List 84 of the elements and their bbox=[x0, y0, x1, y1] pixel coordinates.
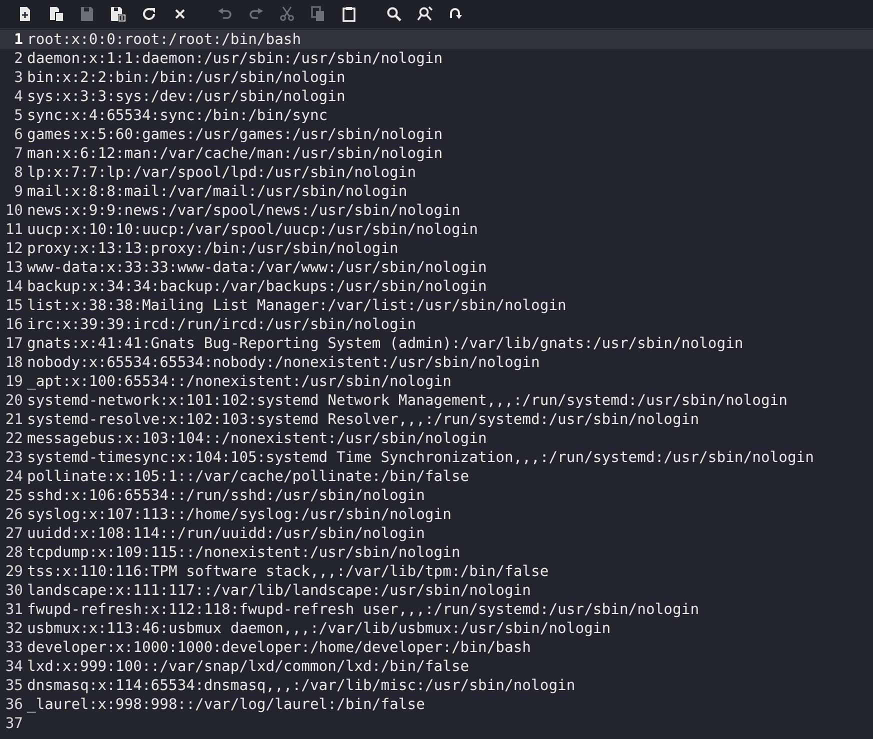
code-line: lp:x:7:7:lp:/var/spool/lpd:/usr/sbin/nologin bbox=[27, 163, 416, 182]
code-line: tcpdump:x:109:115::/nonexistent:/usr/sbin/nologin bbox=[27, 543, 460, 562]
code-line: games:x:5:60:games:/usr/games:/usr/sbin/nologin bbox=[27, 125, 443, 144]
line-number: 23 bbox=[4, 448, 24, 467]
reload-icon bbox=[140, 6, 156, 22]
code-line: lxd:x:999:100::/var/snap/lxd/common/lxd:/bin/false bbox=[27, 657, 470, 676]
line-number: 16 bbox=[4, 315, 24, 334]
redo-icon bbox=[248, 6, 264, 22]
code-line: messagebus:x:103:104::/nonexistent:/usr/sbin/nologin bbox=[27, 429, 487, 448]
line-number: 2 bbox=[13, 49, 24, 68]
line-number: 14 bbox=[4, 277, 24, 296]
line-number: 13 bbox=[4, 258, 24, 277]
line-number: 19 bbox=[4, 372, 24, 391]
code-line: _apt:x:100:65534::/nonexistent:/usr/sbin/nologin bbox=[27, 372, 452, 391]
code-line: developer:x:1000:1000:developer:/home/developer:/bin/bash bbox=[27, 638, 532, 657]
line-number: 24 bbox=[4, 467, 24, 486]
line-number: 4 bbox=[13, 87, 24, 106]
code-line: news:x:9:9:news:/var/spool/news:/usr/sbin/nologin bbox=[27, 201, 460, 220]
line-number: 20 bbox=[4, 391, 24, 410]
cut-icon bbox=[278, 6, 294, 22]
save-icon bbox=[78, 6, 94, 22]
code-line: tss:x:110:116:TPM software stack,,,:/var/lib/tpm:/bin/false bbox=[27, 562, 549, 581]
duplicate-file-icon bbox=[48, 6, 64, 22]
code-line: mail:x:8:8:mail:/var/mail:/usr/sbin/nologin bbox=[27, 182, 408, 201]
line-number: 26 bbox=[4, 505, 24, 524]
line-number: 29 bbox=[4, 562, 24, 581]
line-number: 36 bbox=[4, 695, 24, 714]
line-number: 18 bbox=[4, 353, 24, 372]
line-number: 28 bbox=[4, 543, 24, 562]
copy-icon bbox=[310, 6, 326, 22]
line-number: 30 bbox=[4, 581, 24, 600]
code-line: sys:x:3:3:sys:/dev:/usr/sbin/nologin bbox=[27, 87, 346, 106]
line-number: 12 bbox=[4, 239, 24, 258]
line-number: 6 bbox=[13, 125, 24, 144]
line-number: 11 bbox=[4, 220, 24, 239]
code-line: man:x:6:12:man:/var/cache/man:/usr/sbin/nologin bbox=[27, 144, 443, 163]
code-line: pollinate:x:105:1::/var/cache/pollinate:/bin/false bbox=[27, 467, 470, 486]
line-number: 37 bbox=[4, 714, 24, 733]
line-number: 27 bbox=[4, 524, 24, 543]
line-number: 33 bbox=[4, 638, 24, 657]
line-number: 21 bbox=[4, 410, 24, 429]
line-number: 34 bbox=[4, 657, 24, 676]
code-line: bin:x:2:2:bin:/bin:/usr/sbin/nologin bbox=[27, 68, 346, 87]
line-number: 15 bbox=[4, 296, 24, 315]
line-number: 5 bbox=[13, 106, 24, 125]
code-line: dnsmasq:x:114:65534:dnsmasq,,,:/var/lib/misc:/usr/sbin/nologin bbox=[27, 676, 576, 695]
line-number: 31 bbox=[4, 600, 24, 619]
code-line: backup:x:34:34:backup:/var/backups:/usr/sbin/nologin bbox=[27, 277, 487, 296]
code-line: _laurel:x:998:998::/var/log/laurel:/bin/false bbox=[27, 695, 425, 714]
code-line: uucp:x:10:10:uucp:/var/spool/uucp:/usr/sbin/nologin bbox=[27, 220, 478, 239]
code-line: list:x:38:38:Mailing List Manager:/var/list:/usr/sbin/nologin bbox=[27, 296, 566, 315]
code-line: uuidd:x:108:114::/run/uuidd:/usr/sbin/nologin bbox=[27, 524, 425, 543]
line-number: 9 bbox=[13, 182, 24, 201]
undo-icon bbox=[216, 6, 232, 22]
line-number: 25 bbox=[4, 486, 24, 505]
line-number: 10 bbox=[4, 201, 24, 220]
line-number: 8 bbox=[13, 163, 24, 182]
code-line: daemon:x:1:1:daemon:/usr/sbin:/usr/sbin/nologin bbox=[27, 49, 443, 68]
line-number: 22 bbox=[4, 429, 24, 448]
code-line: gnats:x:41:41:Gnats Bug-Reporting System (admin):/var/lib/gnats:/usr/sbin/nologin bbox=[27, 334, 744, 353]
line-number: 17 bbox=[4, 334, 24, 353]
code-line: www-data:x:33:33:www-data:/var/www:/usr/sbin/nologin bbox=[27, 258, 487, 277]
paste-icon bbox=[340, 6, 356, 22]
code-line: irc:x:39:39:ircd:/run/ircd:/usr/sbin/nologin bbox=[27, 315, 416, 334]
code-line: syslog:x:107:113::/home/syslog:/usr/sbin/nologin bbox=[27, 505, 452, 524]
replace-icon bbox=[416, 6, 432, 22]
code-line: sshd:x:106:65534::/run/sshd:/usr/sbin/nologin bbox=[27, 486, 425, 505]
code-line: systemd-network:x:101:102:systemd Network Management,,,:/run/systemd:/usr/sbin/nologin bbox=[27, 391, 788, 410]
code-line: fwupd-refresh:x:112:118:fwupd-refresh user,,,:/run/systemd:/usr/sbin/nologin bbox=[27, 600, 700, 619]
code-line: root:x:0:0:root:/root:/bin/bash bbox=[27, 30, 302, 49]
save-as-icon bbox=[110, 6, 126, 22]
code-line: proxy:x:13:13:proxy:/bin:/usr/sbin/nologin bbox=[27, 239, 398, 258]
code-line: sync:x:4:65534:sync:/bin:/bin/sync bbox=[27, 106, 328, 125]
code-line: landscape:x:111:117::/var/lib/landscape:/usr/sbin/nologin bbox=[27, 581, 532, 600]
search-icon bbox=[386, 6, 402, 22]
code-line: systemd-timesync:x:104:105:systemd Time Synchronization,,,:/run/systemd:/usr/sbin/nologin bbox=[27, 448, 814, 467]
line-number: 3 bbox=[13, 68, 24, 87]
line-number: 7 bbox=[13, 144, 24, 163]
code-line: nobody:x:65534:65534:nobody:/nonexistent:/usr/sbin/nologin bbox=[27, 353, 540, 372]
code-line: systemd-resolve:x:102:103:systemd Resolver,,,:/run/systemd:/usr/sbin/nologin bbox=[27, 410, 700, 429]
line-number: 32 bbox=[4, 619, 24, 638]
line-number: 35 bbox=[4, 676, 24, 695]
code-line: usbmux:x:113:46:usbmux daemon,,,:/var/lib/usbmux:/usr/sbin/nologin bbox=[27, 619, 611, 638]
line-number: 1 bbox=[13, 30, 24, 49]
